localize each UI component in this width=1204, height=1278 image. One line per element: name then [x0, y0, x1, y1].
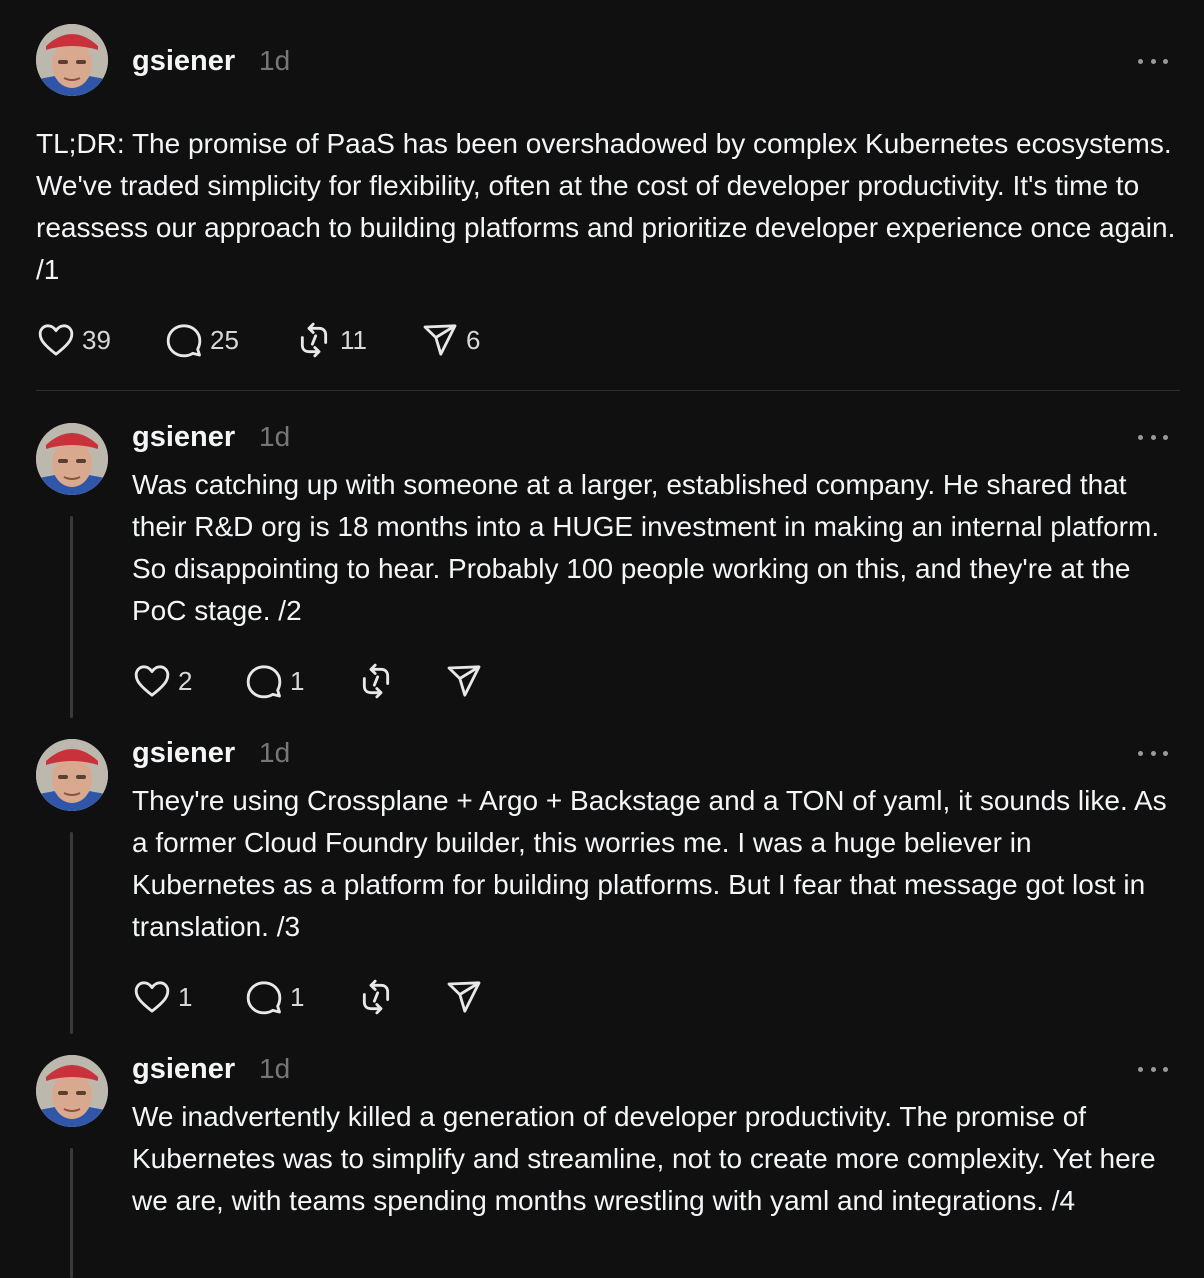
more-icon: [1138, 750, 1143, 756]
thread-line: [70, 516, 73, 718]
post-text: Was catching up with someone at a larger…: [132, 469, 1160, 626]
more-options-button[interactable]: [1138, 55, 1168, 67]
avatar-image: [36, 739, 108, 811]
send-icon: [423, 324, 457, 356]
post-timestamp: 1d: [259, 737, 291, 768]
avatar-image: [36, 423, 108, 495]
more-icon-dot: [1150, 750, 1156, 756]
post-timestamp: 1d: [259, 1053, 291, 1084]
more-options-button[interactable]: [1138, 747, 1168, 759]
reply-count: 25: [210, 324, 239, 355]
more-icon: [1138, 434, 1143, 440]
repost-icon: [300, 322, 328, 358]
more-icon: [1138, 1066, 1143, 1072]
thread-view: gsiener 1d TL;DR: The promise of PaaS ha…: [0, 0, 1204, 1278]
share-count: 6: [466, 324, 481, 355]
heart-icon: [134, 665, 170, 697]
repost-icon: [362, 663, 390, 699]
divider: [36, 390, 1180, 391]
share-button[interactable]: 6: [420, 320, 480, 360]
reply-count: 1: [290, 981, 305, 1012]
avatar-image: [36, 24, 108, 96]
repost-icon: [362, 979, 390, 1015]
share-button[interactable]: [444, 977, 484, 1017]
send-icon: [447, 665, 481, 697]
reply-button[interactable]: 25: [164, 320, 239, 360]
send-icon: [447, 981, 481, 1013]
more-icon-dot: [1150, 434, 1156, 440]
more-options-button[interactable]: [1138, 431, 1168, 443]
reply-count: 1: [290, 665, 305, 696]
post-timestamp: 1d: [259, 421, 291, 452]
post-timestamp: 1d: [259, 45, 291, 76]
avatar[interactable]: [36, 739, 108, 811]
post-actions: 2 1: [132, 661, 532, 701]
repost-count: 11: [340, 324, 367, 355]
post-actions: 1 1: [132, 977, 532, 1017]
reply-button[interactable]: 1: [244, 977, 304, 1017]
post-text: TL;DR: The promise of PaaS has been over…: [36, 128, 1176, 285]
thread-line: [70, 1148, 73, 1278]
more-options-button[interactable]: [1138, 1063, 1168, 1075]
avatar[interactable]: [36, 1055, 108, 1127]
like-button[interactable]: 1: [132, 977, 192, 1017]
username[interactable]: gsiener: [132, 739, 235, 768]
comment-icon: [246, 665, 282, 699]
avatar-image: [36, 1055, 108, 1127]
heart-icon: [38, 324, 74, 356]
more-icon-dot: [1150, 58, 1156, 64]
like-button[interactable]: 39: [36, 320, 111, 360]
like-button[interactable]: 2: [132, 661, 192, 701]
reply-button[interactable]: 1: [244, 661, 304, 701]
post-text: We inadvertently killed a generation of …: [132, 1101, 1156, 1216]
share-button[interactable]: [444, 661, 484, 701]
like-count: 39: [82, 324, 111, 355]
username[interactable]: gsiener: [132, 423, 235, 452]
username[interactable]: gsiener: [132, 47, 235, 76]
post-actions: 39 25 11 6: [36, 320, 636, 360]
repost-button[interactable]: [356, 661, 396, 701]
heart-icon: [134, 981, 170, 1013]
like-count: 1: [178, 981, 193, 1012]
more-icon-dot: [1163, 58, 1168, 64]
comment-icon: [246, 981, 282, 1015]
like-count: 2: [178, 665, 193, 696]
more-icon-dot: [1163, 434, 1168, 440]
more-icon-dot: [1163, 750, 1168, 756]
more-icon-dot: [1150, 1066, 1156, 1072]
repost-button[interactable]: [356, 977, 396, 1017]
username[interactable]: gsiener: [132, 1055, 235, 1084]
more-icon-dot: [1163, 1066, 1168, 1072]
post-text: They're using Crossplane + Argo + Backst…: [132, 785, 1167, 942]
repost-button[interactable]: 11: [294, 320, 367, 360]
more-icon: [1138, 58, 1143, 64]
avatar[interactable]: [36, 423, 108, 495]
thread-line: [70, 832, 73, 1034]
avatar[interactable]: [36, 24, 108, 96]
comment-icon: [166, 324, 202, 358]
